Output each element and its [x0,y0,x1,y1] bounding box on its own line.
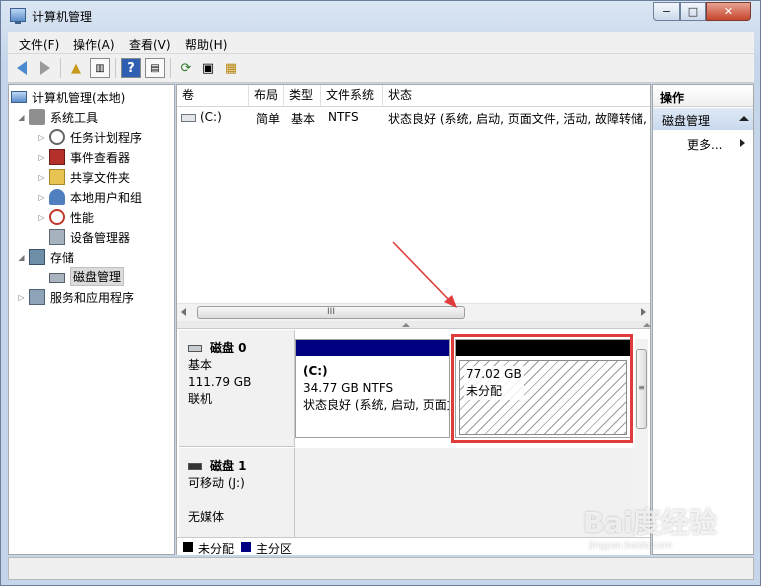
actions-title: 操作 [653,85,753,107]
tree-item-local-users[interactable]: ▷ 本地用户和组 [37,188,142,206]
expand-arrow-icon[interactable]: ▷ [37,133,46,142]
refresh-icon[interactable]: ⟳ [176,58,196,78]
window-title: 计算机管理 [32,10,93,24]
scroll-right-icon[interactable] [641,308,646,316]
menu-help[interactable]: 帮助(H) [185,36,227,53]
vertical-scrollbar-thumb[interactable]: ≡ [636,349,647,429]
expand-arrow-icon[interactable]: ▷ [37,173,46,182]
expand-arrow-icon[interactable]: ▷ [37,153,46,162]
expand-arrow-icon[interactable]: ▷ [37,213,46,222]
toolbar-separator [115,58,116,78]
scrollbar-thumb[interactable]: III [197,306,465,319]
device-manager-icon [49,229,65,245]
legend-swatch-primary [241,542,251,552]
expand-arrow-icon[interactable]: ▷ [17,293,26,302]
more-actions-link[interactable]: 更多... [687,136,722,153]
tree-item-task-scheduler[interactable]: ▷ 任务计划程序 [37,128,142,146]
services-icon [29,289,45,305]
show-hide-tree-icon[interactable]: ▥ [90,58,110,78]
legend: 未分配 主分区 [177,537,650,556]
collapse-arrow-icon[interactable]: ◢ [17,253,26,262]
forward-icon[interactable] [35,58,55,78]
tree-item-services-apps[interactable]: ▷ 服务和应用程序 [17,288,134,306]
clock-icon [49,129,65,145]
console-tree: 计算机管理(本地) ◢ 系统工具 ▷ 任务计划程序 ▷ 事件查看器 ▷ 共享文件夹 ▷ 本… [8,84,175,555]
show-hide-action-pane-icon[interactable]: ▤ [145,58,165,78]
tree-item-shared-folders[interactable]: ▷ 共享文件夹 [37,168,130,186]
removable-disk-icon [188,463,202,470]
volume-name: (C:) [181,110,222,124]
properties-icon[interactable]: ▣ [198,58,218,78]
toolbar-separator [170,58,171,78]
legend-unallocated: 未分配 [198,542,235,556]
maximize-button[interactable]: □ [680,2,706,21]
chevron-right-icon [740,139,745,147]
storage-icon [29,249,45,265]
legend-swatch-unallocated [183,542,193,552]
minimize-button[interactable]: − [653,2,680,21]
tree-item-system-tools[interactable]: ◢ 系统工具 [17,108,98,126]
tree-item-performance[interactable]: ▷ 性能 [37,208,94,226]
tree-item-root[interactable]: 计算机管理(本地) [11,88,125,106]
toolbar-separator [60,58,61,78]
tree-item-device-manager[interactable]: 设备管理器 [49,228,130,246]
disk-icon [49,272,65,283]
tree-item-disk-management[interactable]: 磁盘管理 [49,266,125,286]
volume-list-header: 卷 布局 类型 文件系统 状态 [177,85,650,107]
performance-icon [49,209,65,225]
menu-action[interactable]: 操作(A) [73,36,115,53]
partition-c[interactable]: (C:) 34.77 GB NTFS 状态良好 (系统, 启动, 页面文 [295,339,450,438]
window: 计算机管理 − □ ✕ 文件(F) 操作(A) 查看(V) 帮助(H) ▲ ▥ … [0,0,761,586]
disk-1-label[interactable]: 磁盘 1 可移动 (J:) 无媒体 [179,448,295,538]
disk-settings-icon[interactable]: ▦ [221,58,241,78]
column-layout[interactable]: 布局 [249,85,284,106]
volume-type: 基本 [291,112,316,126]
disk-management-pane: 卷 布局 类型 文件系统 状态 (C:) 简单 基本 NTFS 状态良好 (系统… [176,84,651,556]
table-row[interactable]: (C:) 简单 基本 NTFS 状态良好 (系统, 启动, 页面文件, 活动, … [177,107,650,127]
toolbar: ▲ ▥ ? ▤ ⟳ ▣ ▦ [8,54,754,83]
shared-folder-icon [49,169,65,185]
help-icon[interactable]: ? [121,58,141,78]
status-bar [8,557,754,580]
up-folder-icon[interactable]: ▲ [66,58,86,78]
collapse-arrow-icon[interactable]: ◢ [17,113,26,122]
actions-pane: 操作 磁盘管理 更多... [652,84,754,555]
disk-drive-icon [188,345,202,352]
volume-filesystem: NTFS [328,110,359,124]
column-filesystem[interactable]: 文件系统 [321,85,383,106]
legend-primary: 主分区 [256,542,293,556]
scroll-left-icon[interactable] [181,308,186,316]
tree-item-storage[interactable]: ◢ 存储 [17,248,74,266]
title-bar[interactable]: 计算机管理 − □ ✕ [1,1,760,31]
close-button[interactable]: ✕ [706,2,751,21]
volume-status: 状态良好 (系统, 启动, 页面文件, 活动, 故障转储, 主 [388,112,650,126]
computer-management-icon [10,8,26,24]
watermark: Bai度经验 jingyan.baidu.com [583,506,717,551]
menu-file[interactable]: 文件(F) [19,36,59,53]
menu-bar: 文件(F) 操作(A) 查看(V) 帮助(H) [8,32,754,54]
pane-splitter[interactable] [177,321,651,329]
tree-item-event-viewer[interactable]: ▷ 事件查看器 [37,148,130,166]
users-icon [49,189,65,205]
volume-layout: 简单 [256,112,281,126]
menu-view[interactable]: 查看(V) [129,36,171,53]
event-log-icon [49,149,65,165]
tools-icon [29,109,45,125]
highlight-box [451,334,633,443]
drive-icon [181,113,196,122]
horizontal-scrollbar[interactable]: III [177,303,650,321]
column-volume[interactable]: 卷 [177,85,249,106]
disk-0-label[interactable]: 磁盘 0 基本 111.79 GB 联机 [179,330,295,447]
actions-section-disk-management[interactable]: 磁盘管理 [653,108,753,130]
expand-arrow-icon[interactable]: ▷ [37,193,46,202]
back-icon[interactable] [12,58,32,78]
computer-icon [11,91,27,103]
column-status[interactable]: 状态 [383,85,650,106]
column-type[interactable]: 类型 [284,85,321,106]
disk-map: 磁盘 0 基本 111.79 GB 联机 (C:) 34.77 GB NTFS … [177,330,650,538]
primary-partition-bar [296,340,449,356]
